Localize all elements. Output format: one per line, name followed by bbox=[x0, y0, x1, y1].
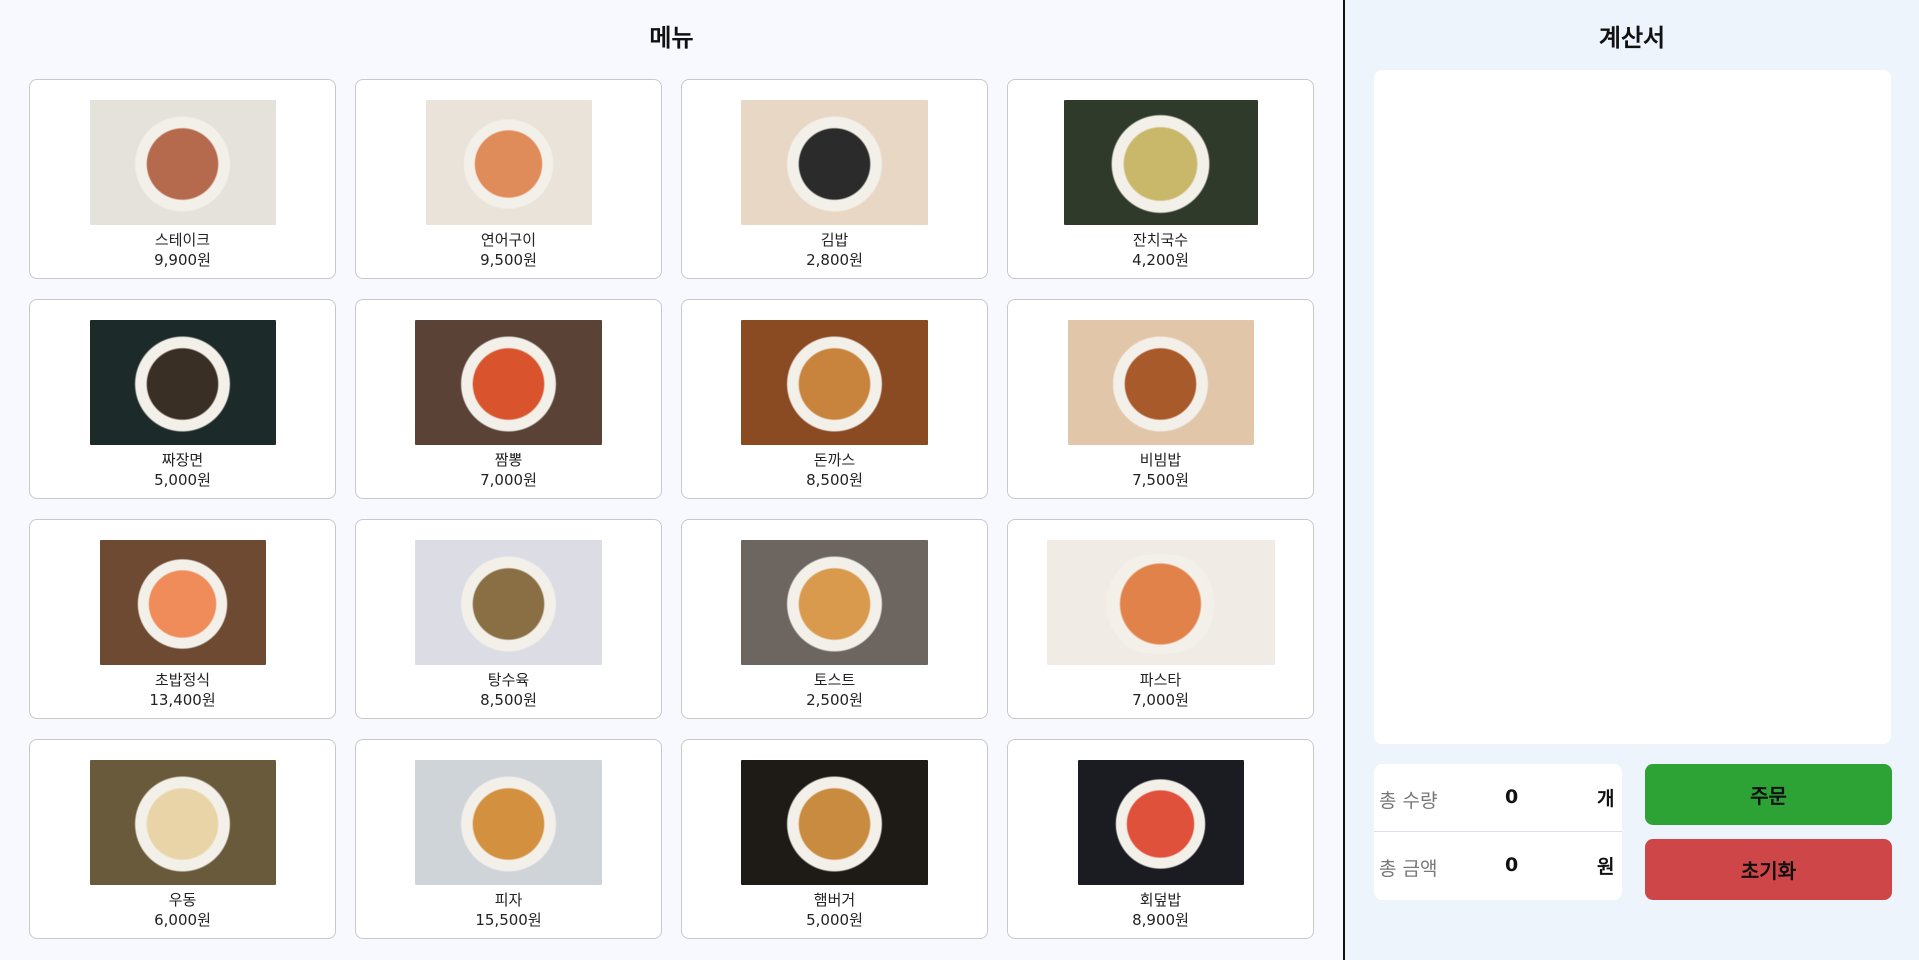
total-amount-row: 총 금액 0 원 bbox=[1374, 832, 1622, 900]
bibimbap-icon bbox=[1067, 320, 1254, 445]
gimbap-icon bbox=[741, 100, 928, 225]
menu-item-card[interactable]: 잔치국수 4,200원 bbox=[1007, 79, 1314, 279]
menu-item-card[interactable]: 비빔밥 7,500원 bbox=[1007, 299, 1314, 499]
total-quantity-unit: 개 bbox=[1597, 788, 1615, 810]
menu-item-price: 8,500원 bbox=[480, 691, 537, 709]
noodle-soup-icon bbox=[1063, 100, 1258, 225]
salmon-icon bbox=[425, 100, 592, 225]
total-quantity-label: 총 수량 bbox=[1379, 790, 1438, 812]
menu-item-price: 8,900원 bbox=[1132, 911, 1189, 929]
menu-item-name: 피자 bbox=[494, 891, 523, 909]
menu-item-card[interactable]: 짬뽕 7,000원 bbox=[355, 299, 662, 499]
menu-grid: 스테이크 9,900원 연어구이 9,500원 김밥 2,800원 잔치국수 4,200원짜장… bbox=[29, 79, 1314, 939]
food-plate-shape bbox=[129, 554, 236, 654]
menu-item-name: 비빔밥 bbox=[1139, 451, 1182, 469]
food-plate-shape bbox=[1098, 114, 1223, 214]
pizza-icon bbox=[415, 760, 602, 885]
menu-item-card[interactable]: 연어구이 9,500원 bbox=[355, 79, 662, 279]
menu-title: 메뉴 bbox=[649, 24, 694, 52]
menu-item-card[interactable]: 김밥 2,800원 bbox=[681, 79, 988, 279]
menu-item-card[interactable]: 초밥정식 13,400원 bbox=[29, 519, 336, 719]
bill-panel: 계산서 총 수량 0 개 총 금액 0 원 주문 초기화 bbox=[1345, 0, 1919, 960]
tonkatsu-icon bbox=[741, 320, 928, 445]
food-plate-shape bbox=[774, 774, 895, 874]
menu-item-name: 탕수육 bbox=[487, 671, 530, 689]
menu-item-price: 2,800원 bbox=[806, 251, 863, 269]
food-plate-shape bbox=[122, 774, 242, 874]
menu-item-card[interactable]: 회덮밥 8,900원 bbox=[1007, 739, 1314, 939]
menu-item-name: 짬뽕 bbox=[494, 451, 523, 469]
menu-item-price: 7,000원 bbox=[480, 471, 537, 489]
tangsuyuk-icon bbox=[415, 540, 602, 665]
total-quantity-value: 0 bbox=[1505, 786, 1519, 808]
food-plate-shape bbox=[774, 554, 895, 654]
udon-icon bbox=[89, 760, 276, 885]
menu-item-price: 13,400원 bbox=[149, 691, 216, 709]
menu-item-card[interactable]: 토스트 2,500원 bbox=[681, 519, 988, 719]
steak-icon bbox=[89, 100, 276, 225]
menu-item-name: 우동 bbox=[168, 891, 197, 909]
menu-item-name: 회덮밥 bbox=[1139, 891, 1182, 909]
menu-item-price: 9,500원 bbox=[480, 251, 537, 269]
menu-item-name: 파스타 bbox=[1139, 671, 1182, 689]
sushi-icon bbox=[99, 540, 266, 665]
menu-item-price: 8,500원 bbox=[806, 471, 863, 489]
menu-item-price: 6,000원 bbox=[154, 911, 211, 929]
total-amount-unit: 원 bbox=[1597, 856, 1615, 878]
menu-item-name: 초밥정식 bbox=[154, 671, 211, 689]
menu-item-name: 연어구이 bbox=[480, 231, 537, 249]
menu-item-price: 7,500원 bbox=[1132, 471, 1189, 489]
food-plate-shape bbox=[1107, 774, 1214, 874]
food-plate-shape bbox=[448, 334, 569, 434]
total-amount-label: 총 금액 bbox=[1379, 858, 1438, 880]
menu-item-price: 5,000원 bbox=[806, 911, 863, 929]
reset-button[interactable]: 초기화 bbox=[1645, 839, 1892, 900]
food-plate-shape bbox=[122, 114, 242, 214]
order-button[interactable]: 주문 bbox=[1645, 764, 1892, 825]
food-plate-shape bbox=[774, 114, 895, 214]
food-plate-shape bbox=[448, 774, 569, 874]
menu-item-card[interactable]: 탕수육 8,500원 bbox=[355, 519, 662, 719]
total-amount-value: 0 bbox=[1505, 854, 1519, 876]
food-plate-shape bbox=[448, 554, 569, 654]
hamburger-icon bbox=[741, 760, 928, 885]
menu-item-name: 토스트 bbox=[813, 671, 856, 689]
menu-item-card[interactable]: 파스타 7,000원 bbox=[1007, 519, 1314, 719]
menu-item-card[interactable]: 스테이크 9,900원 bbox=[29, 79, 336, 279]
menu-item-name: 김밥 bbox=[820, 231, 849, 249]
food-plate-shape bbox=[774, 334, 895, 434]
jjajangmyeon-icon bbox=[89, 320, 276, 445]
menu-item-price: 15,500원 bbox=[475, 911, 542, 929]
menu-item-name: 짜장면 bbox=[161, 451, 204, 469]
menu-item-name: 스테이크 bbox=[154, 231, 211, 249]
totals-box: 총 수량 0 개 총 금액 0 원 bbox=[1374, 764, 1622, 900]
menu-item-card[interactable]: 짜장면 5,000원 bbox=[29, 299, 336, 499]
menu-item-price: 4,200원 bbox=[1132, 251, 1189, 269]
bill-title: 계산서 bbox=[1598, 24, 1666, 52]
menu-item-card[interactable]: 돈까스 8,500원 bbox=[681, 299, 988, 499]
food-plate-shape bbox=[1100, 334, 1220, 434]
total-quantity-row: 총 수량 0 개 bbox=[1374, 764, 1622, 832]
pasta-icon bbox=[1046, 540, 1275, 665]
menu-item-name: 햄버거 bbox=[813, 891, 856, 909]
jjamppong-icon bbox=[415, 320, 602, 445]
menu-item-card[interactable]: 피자 15,500원 bbox=[355, 739, 662, 939]
menu-item-price: 2,500원 bbox=[806, 691, 863, 709]
menu-panel: 메뉴 스테이크 9,900원 연어구이 9,500원 김밥 2,800원 잔치국수 4,200… bbox=[0, 0, 1343, 960]
menu-item-name: 돈까스 bbox=[813, 451, 856, 469]
toast-icon bbox=[741, 540, 928, 665]
hoedeopbap-icon bbox=[1077, 760, 1244, 885]
food-plate-shape bbox=[122, 334, 242, 434]
receipt-list bbox=[1374, 70, 1891, 744]
menu-item-price: 9,900원 bbox=[154, 251, 211, 269]
menu-item-price: 7,000원 bbox=[1132, 691, 1189, 709]
food-plate-shape bbox=[1087, 554, 1234, 654]
menu-item-card[interactable]: 햄버거 5,000원 bbox=[681, 739, 988, 939]
food-plate-shape bbox=[455, 114, 562, 214]
menu-item-name: 잔치국수 bbox=[1132, 231, 1189, 249]
menu-item-card[interactable]: 우동 6,000원 bbox=[29, 739, 336, 939]
menu-item-price: 5,000원 bbox=[154, 471, 211, 489]
